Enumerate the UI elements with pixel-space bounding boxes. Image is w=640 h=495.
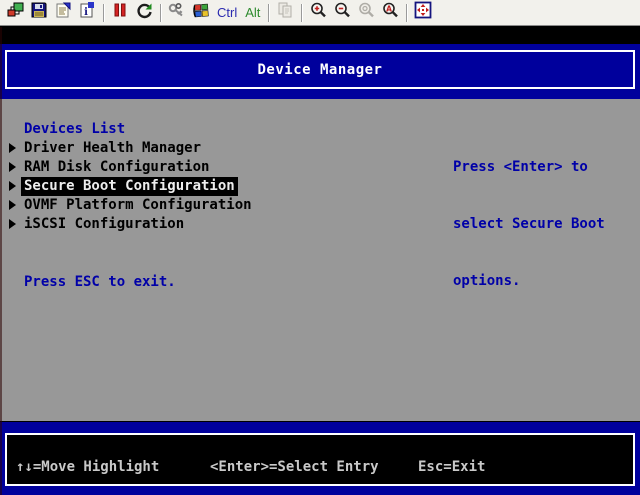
- toolbar-separator: [268, 4, 269, 22]
- title-bar: Device Manager: [0, 44, 640, 99]
- fullscreen-button[interactable]: [411, 2, 435, 24]
- firmware-screen: Device Manager Devices List Driver Healt…: [0, 27, 640, 495]
- fullscreen-icon: [414, 1, 432, 24]
- zoom-100-button: [354, 2, 378, 24]
- refresh-icon: [136, 2, 153, 24]
- menu-item-label-selected: Secure Boot Configuration: [21, 177, 238, 196]
- new-connection-icon: [6, 1, 24, 24]
- toolbar-separator: [103, 4, 104, 22]
- toolbar-separator: [160, 4, 161, 22]
- submenu-arrow-icon: [9, 219, 16, 229]
- key-help-box: ↑↓=Move Highlight <Enter>=Select Entry E…: [5, 433, 635, 486]
- menu-item-ovmf-platform-configuration[interactable]: OVMF Platform Configuration: [0, 196, 440, 215]
- context-help-line: Press <Enter> to: [453, 158, 633, 177]
- menu-header-devices-list: Devices List: [0, 120, 440, 139]
- menu-item-label: RAM Disk Configuration: [24, 158, 209, 177]
- ctrl-key-button[interactable]: Ctrl: [213, 5, 241, 20]
- alt-key-button[interactable]: Alt: [241, 5, 264, 20]
- submenu-arrow-icon: [9, 162, 16, 172]
- device-manager-body: Devices List Driver Health Manager RAM D…: [0, 99, 640, 421]
- refresh-button[interactable]: [132, 2, 156, 24]
- menu-item-driver-health-manager[interactable]: Driver Health Manager: [0, 139, 440, 158]
- vnc-viewer-window: i: [0, 0, 640, 495]
- footer-esc-exit-hint: Esc=Exit: [418, 459, 485, 475]
- menu-header-label: Devices List: [24, 120, 125, 139]
- save-session-button[interactable]: [27, 2, 51, 24]
- context-help-line: options.: [453, 272, 633, 291]
- page-title: Device Manager: [257, 62, 382, 78]
- info-icon: i: [79, 2, 95, 23]
- ctrl-alt-del-button[interactable]: [165, 2, 189, 24]
- save-icon: [31, 2, 47, 23]
- pause-button[interactable]: [108, 2, 132, 24]
- menu-item-secure-boot-configuration[interactable]: Secure Boot Configuration: [0, 177, 440, 196]
- submenu-arrow-icon: [9, 200, 16, 210]
- keys-icon: [168, 2, 186, 23]
- window-left-edge: [0, 27, 2, 495]
- zoom-out-icon: [334, 2, 351, 24]
- menu-item-iscsi-configuration[interactable]: iSCSI Configuration: [0, 215, 440, 234]
- title-box: Device Manager: [5, 50, 635, 89]
- svg-text:i: i: [84, 7, 88, 18]
- zoom-auto-button[interactable]: A: [378, 2, 402, 24]
- windows-key-button[interactable]: [189, 2, 213, 24]
- copy-icon: [277, 2, 293, 23]
- zoom-auto-icon: A: [382, 2, 399, 24]
- footer-select-entry-hint: <Enter>=Select Entry: [210, 459, 379, 475]
- menu-item-label: OVMF Platform Configuration: [24, 196, 252, 215]
- new-connection-button[interactable]: [3, 2, 27, 24]
- submenu-arrow-icon: [9, 143, 16, 153]
- connection-info-button[interactable]: i: [75, 2, 99, 24]
- menu-item-label: iSCSI Configuration: [24, 215, 184, 234]
- zoom-out-button[interactable]: [330, 2, 354, 24]
- pause-icon: [113, 2, 127, 23]
- zoom-in-button[interactable]: [306, 2, 330, 24]
- connection-options-button[interactable]: [51, 2, 75, 24]
- esc-exit-hint: Press ESC to exit.: [24, 273, 176, 292]
- vnc-toolbar: i: [0, 0, 640, 26]
- menu-item-ram-disk-configuration[interactable]: RAM Disk Configuration: [0, 158, 440, 177]
- connection-options-icon: [55, 2, 71, 23]
- svg-text:A: A: [386, 4, 392, 13]
- zoom-in-icon: [310, 2, 327, 24]
- key-help-bar: ↑↓=Move Highlight <Enter>=Select Entry E…: [0, 421, 640, 495]
- windows-logo-icon: [192, 2, 210, 24]
- context-help-text: Press <Enter> to select Secure Boot opti…: [453, 120, 633, 329]
- toolbar-separator: [406, 4, 407, 22]
- menu-item-label: Driver Health Manager: [24, 139, 201, 158]
- submenu-arrow-icon: [9, 181, 16, 191]
- copy-button: [273, 2, 297, 24]
- footer-move-highlight-hint: ↑↓=Move Highlight: [16, 459, 159, 475]
- zoom-100-icon: [358, 2, 375, 24]
- context-help-line: select Secure Boot: [453, 215, 633, 234]
- toolbar-separator: [301, 4, 302, 22]
